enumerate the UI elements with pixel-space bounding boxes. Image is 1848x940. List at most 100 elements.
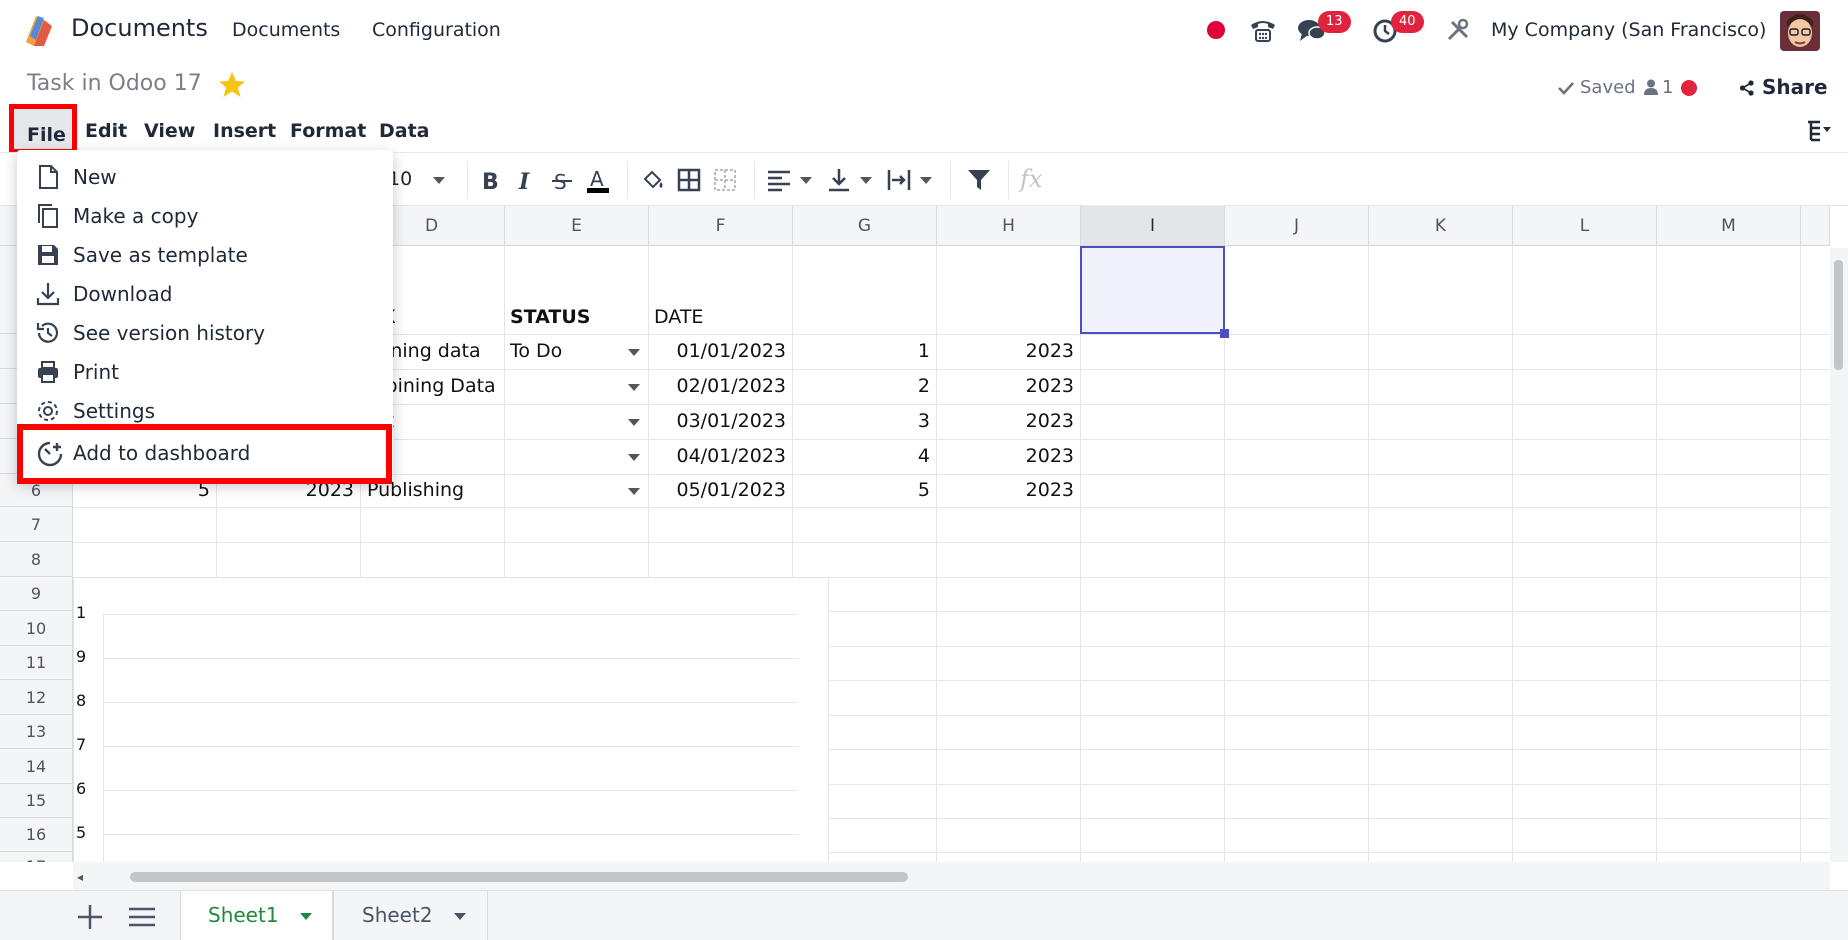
row-header-11[interactable]: 11	[0, 646, 73, 680]
cell-f1-date-header[interactable]: DATE	[654, 306, 703, 328]
text-wrap-icon[interactable]	[886, 167, 912, 193]
file-menu-new[interactable]: New	[17, 158, 393, 196]
file-menu-print[interactable]: Print	[17, 353, 393, 391]
status-dropdown-icon[interactable]	[628, 419, 640, 426]
globe-icon[interactable]	[1681, 80, 1697, 96]
cell-date[interactable]: 05/01/2023	[650, 479, 786, 501]
cell-status[interactable]: To Do	[510, 340, 562, 362]
col-header-g[interactable]: G	[793, 206, 937, 246]
filter-icon[interactable]	[966, 167, 992, 193]
embedded-chart[interactable]: 1 9 8 7 6 5	[73, 577, 829, 862]
col-header-i[interactable]: I	[1081, 206, 1225, 246]
row-header-9[interactable]: 9	[0, 577, 73, 611]
scroll-left-arrow-icon[interactable]: ◂	[77, 870, 83, 884]
fill-color-icon[interactable]	[640, 167, 666, 193]
documents-app-logo[interactable]	[22, 12, 56, 46]
cell-h[interactable]: 2023	[938, 445, 1074, 467]
file-menu-version-history[interactable]: See version history	[17, 314, 393, 352]
col-header-m[interactable]: M	[1657, 206, 1801, 246]
font-size-dropdown-icon[interactable]	[433, 177, 445, 184]
row-header-12[interactable]: 12	[0, 680, 73, 715]
horizontal-align-dropdown-icon[interactable]	[800, 177, 812, 184]
menu-view[interactable]: View	[144, 120, 195, 142]
selected-cell-i1[interactable]	[1080, 246, 1225, 334]
cell-h[interactable]: 2023	[938, 410, 1074, 432]
company-switcher[interactable]: My Company (San Francisco)	[1491, 19, 1766, 41]
status-dropdown-icon[interactable]	[628, 454, 640, 461]
row-header-10[interactable]: 10	[0, 611, 73, 646]
cell-g[interactable]: 3	[794, 410, 930, 432]
horizontal-align-icon[interactable]	[766, 167, 792, 193]
col-header-j[interactable]: J	[1225, 206, 1369, 246]
phone-icon[interactable]	[1247, 14, 1279, 46]
tools-icon[interactable]	[1442, 14, 1474, 46]
cell-date[interactable]: 01/01/2023	[650, 340, 786, 362]
borders-icon[interactable]	[676, 167, 702, 193]
cell-g[interactable]: 5	[794, 479, 930, 501]
list-sheets-icon[interactable]	[128, 905, 156, 929]
menu-edit[interactable]: Edit	[85, 120, 127, 142]
selection-fill-handle[interactable]	[1220, 329, 1229, 338]
cell-date[interactable]: 04/01/2023	[650, 445, 786, 467]
recording-indicator-icon[interactable]	[1207, 21, 1225, 39]
menu-insert[interactable]: Insert	[213, 120, 276, 142]
file-menu-save-template[interactable]: Save as template	[17, 236, 393, 274]
menu-format[interactable]: Format	[290, 120, 366, 142]
col-header-e[interactable]: E	[505, 206, 649, 246]
text-wrap-dropdown-icon[interactable]	[920, 177, 932, 184]
menu-documents[interactable]: Documents	[232, 19, 340, 41]
app-title[interactable]: Documents	[71, 14, 208, 42]
side-panel-toggle-icon[interactable]	[1806, 119, 1832, 143]
sheet-tab-dropdown-icon[interactable]	[300, 913, 312, 920]
file-menu-add-to-dashboard[interactable]: Add to dashboard	[17, 424, 392, 484]
row-header-17[interactable]: 17	[0, 852, 73, 862]
cell-date[interactable]: 02/01/2023	[650, 375, 786, 397]
horizontal-scroll-thumb[interactable]	[130, 872, 908, 882]
row-header-8[interactable]: 8	[0, 542, 73, 577]
status-dropdown-icon[interactable]	[628, 488, 640, 495]
italic-icon[interactable]: I	[513, 167, 539, 193]
active-users-count[interactable]: 1	[1662, 77, 1673, 98]
vertical-align-dropdown-icon[interactable]	[860, 177, 872, 184]
status-dropdown-icon[interactable]	[628, 384, 640, 391]
bold-icon[interactable]: B	[477, 167, 503, 193]
vertical-align-icon[interactable]	[826, 167, 852, 193]
add-sheet-icon[interactable]	[76, 903, 104, 931]
col-header-n[interactable]	[1801, 206, 1830, 246]
menu-configuration[interactable]: Configuration	[372, 19, 501, 41]
user-avatar[interactable]	[1780, 11, 1820, 51]
favorite-star-icon[interactable]	[217, 70, 247, 100]
file-menu-download[interactable]: Download	[17, 275, 393, 313]
col-header-l[interactable]: L	[1513, 206, 1657, 246]
col-header-f[interactable]: F	[649, 206, 793, 246]
cell-g[interactable]: 4	[794, 445, 930, 467]
sheet-tab-sheet1[interactable]: Sheet1	[180, 891, 333, 940]
cell-g[interactable]: 1	[794, 340, 930, 362]
menu-data[interactable]: Data	[379, 120, 430, 142]
cell-e1-status-header[interactable]: STATUS	[510, 306, 590, 328]
status-dropdown-icon[interactable]	[628, 349, 640, 356]
col-header-k[interactable]: K	[1369, 206, 1513, 246]
document-title[interactable]: Task in Odoo 17	[27, 71, 202, 96]
row-header-13[interactable]: 13	[0, 715, 73, 749]
sheet-tab-dropdown-icon[interactable]	[454, 913, 466, 920]
vertical-scroll-thumb[interactable]	[1834, 260, 1843, 370]
row-header-15[interactable]: 15	[0, 784, 73, 818]
merge-cells-icon[interactable]	[712, 167, 738, 193]
row-header-7[interactable]: 7	[0, 507, 73, 542]
menu-file[interactable]: File	[9, 104, 77, 154]
cell-date[interactable]: 03/01/2023	[650, 410, 786, 432]
sheet-tab-sheet2[interactable]: Sheet2	[333, 891, 488, 940]
strikethrough-icon[interactable]: S	[549, 167, 575, 193]
cell-h[interactable]: 2023	[938, 340, 1074, 362]
text-color-icon[interactable]: A	[585, 167, 611, 193]
cell-g[interactable]: 2	[794, 375, 930, 397]
cell-h[interactable]: 2023	[938, 375, 1074, 397]
vertical-scrollbar[interactable]	[1830, 248, 1848, 862]
cell-h[interactable]: 2023	[938, 479, 1074, 501]
horizontal-scrollbar[interactable]: ◂	[73, 862, 1830, 890]
share-button[interactable]: Share	[1762, 75, 1828, 99]
file-menu-make-copy[interactable]: Make a copy	[17, 197, 393, 235]
row-header-14[interactable]: 14	[0, 749, 73, 784]
row-header-16[interactable]: 16	[0, 818, 73, 852]
